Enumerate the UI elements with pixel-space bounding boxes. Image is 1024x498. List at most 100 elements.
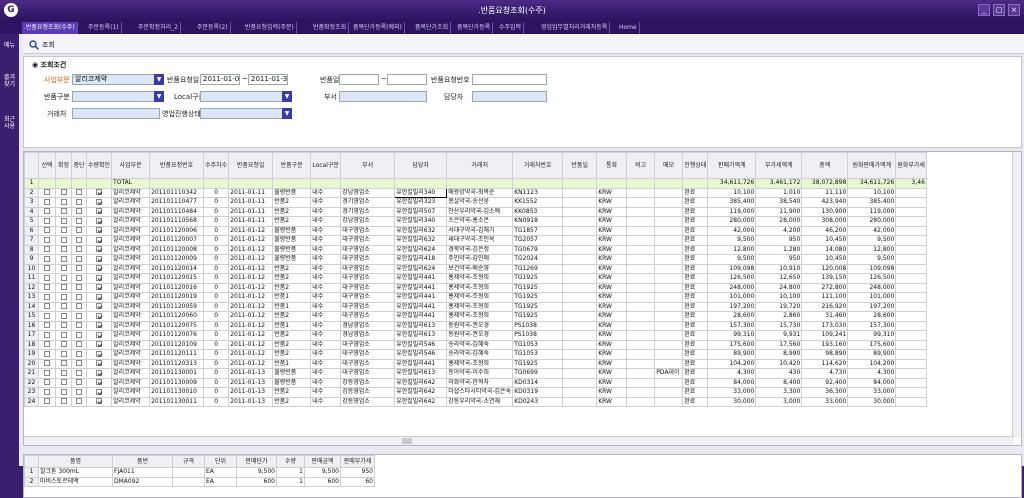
checkbox[interactable] bbox=[76, 284, 82, 291]
checkbox[interactable] bbox=[96, 312, 103, 319]
local-select[interactable] bbox=[200, 91, 292, 102]
checkbox-cell[interactable] bbox=[85, 330, 113, 341]
checkbox-cell[interactable] bbox=[71, 368, 87, 379]
tab-0[interactable]: .반품요청조회(수주) bbox=[22, 22, 78, 34]
checkbox[interactable] bbox=[44, 293, 50, 300]
checkbox[interactable] bbox=[76, 293, 82, 300]
checkbox-cell[interactable] bbox=[55, 396, 72, 407]
checkbox[interactable] bbox=[96, 303, 103, 310]
checkbox[interactable] bbox=[76, 303, 82, 310]
checkbox-cell[interactable] bbox=[55, 263, 72, 274]
checkbox[interactable] bbox=[44, 265, 50, 272]
checkbox[interactable] bbox=[76, 189, 82, 196]
checkbox[interactable] bbox=[96, 265, 103, 272]
column-header[interactable]: 확정 bbox=[55, 152, 72, 179]
sidebar-item-menu[interactable]: 메뉴 bbox=[3, 42, 16, 49]
checkbox-cell[interactable] bbox=[85, 377, 113, 388]
checkbox-cell[interactable] bbox=[85, 339, 113, 350]
table-row[interactable]: 13 알리코제약 201101120019 0 2011-01-12 반품1 내수 대구영업소… bbox=[24, 292, 927, 303]
checkbox[interactable] bbox=[44, 350, 50, 357]
checkbox[interactable] bbox=[60, 360, 67, 367]
checkbox[interactable] bbox=[76, 236, 82, 243]
checkbox-cell[interactable] bbox=[38, 377, 56, 388]
checkbox[interactable] bbox=[44, 227, 50, 234]
checkbox-cell[interactable] bbox=[85, 301, 113, 312]
column-header[interactable]: 통화 bbox=[596, 152, 628, 179]
req-no-input[interactable] bbox=[472, 74, 547, 85]
column-header[interactable]: 반품요청번호 bbox=[149, 152, 205, 179]
checkbox-cell[interactable] bbox=[38, 244, 56, 255]
checkbox[interactable] bbox=[44, 331, 50, 338]
checkbox[interactable] bbox=[44, 312, 50, 319]
column-header[interactable] bbox=[24, 152, 39, 179]
checkbox[interactable] bbox=[60, 398, 67, 405]
checkbox-cell[interactable] bbox=[85, 358, 113, 369]
tab-10[interactable]: 영업업무별처리거래처등록 bbox=[539, 22, 611, 34]
column-header[interactable]: 원화부가세 bbox=[895, 152, 927, 179]
tab-5[interactable]: 반품확정조회 bbox=[311, 22, 350, 34]
checkbox[interactable] bbox=[44, 255, 50, 262]
checkbox-cell[interactable] bbox=[38, 263, 56, 274]
checkbox-cell[interactable] bbox=[38, 292, 56, 303]
checkbox-cell[interactable] bbox=[38, 330, 56, 341]
checkbox[interactable] bbox=[76, 350, 82, 357]
checkbox[interactable] bbox=[96, 379, 103, 386]
checkbox[interactable] bbox=[76, 274, 82, 281]
checkbox[interactable] bbox=[96, 208, 103, 215]
checkbox[interactable] bbox=[44, 236, 50, 243]
checkbox[interactable] bbox=[96, 388, 103, 395]
checkbox-cell[interactable] bbox=[71, 320, 87, 331]
table-row[interactable]: 24 알리코제약 201101130011 0 2011-01-13 반품2 내수 강동영업소… bbox=[24, 396, 927, 407]
checkbox-cell[interactable] bbox=[71, 301, 87, 312]
checkbox[interactable] bbox=[44, 369, 50, 376]
checkbox-cell[interactable] bbox=[55, 349, 72, 360]
detail-row[interactable]: 1 잘크톤 300mL FJA011 EA 9,500 1 9,500 950 bbox=[24, 467, 375, 478]
checkbox-cell[interactable] bbox=[38, 349, 56, 360]
table-row[interactable]: 14 알리코제약 201101120059 0 2011-01-12 반품1 내수 대구영업소… bbox=[24, 301, 927, 312]
checkbox[interactable] bbox=[96, 369, 103, 376]
checkbox-cell[interactable] bbox=[38, 187, 56, 198]
return-type-select[interactable] bbox=[72, 91, 164, 102]
search-button[interactable]: 조회 bbox=[29, 38, 55, 51]
checkbox-cell[interactable] bbox=[55, 225, 72, 236]
checkbox-cell[interactable] bbox=[71, 282, 87, 293]
table-row[interactable]: 2 알리코제약 201101110342 0 2011-01-11 불량반품 내수 강남영업소… bbox=[24, 187, 927, 198]
checkbox[interactable] bbox=[76, 198, 82, 205]
checkbox-cell[interactable] bbox=[38, 197, 56, 208]
checkbox-cell[interactable] bbox=[38, 206, 56, 217]
checkbox-cell[interactable] bbox=[85, 197, 113, 208]
checkbox[interactable] bbox=[44, 208, 50, 215]
checkbox[interactable] bbox=[76, 227, 82, 234]
return-type-dropdown-icon[interactable]: ▼ bbox=[154, 91, 164, 102]
sidebar-item-recent[interactable]: 최근사용 bbox=[3, 116, 16, 130]
checkbox[interactable] bbox=[44, 217, 50, 224]
checkbox-cell[interactable] bbox=[71, 396, 87, 407]
tab-9[interactable]: 수주입력 bbox=[497, 22, 525, 34]
checkbox-cell[interactable] bbox=[38, 216, 56, 227]
checkbox-cell[interactable] bbox=[55, 244, 72, 255]
column-header[interactable]: 비고 bbox=[626, 152, 656, 179]
detail-grid[interactable]: 품명 품번 규격 단위 판매단가 수량 판매금액 판매부가세 1 잘크톤 300mL FJA011… bbox=[23, 454, 1022, 498]
checkbox[interactable] bbox=[96, 331, 103, 338]
checkbox-cell[interactable] bbox=[71, 330, 87, 341]
checkbox[interactable] bbox=[96, 274, 103, 281]
column-header[interactable]: 반품일 bbox=[562, 152, 598, 179]
table-row[interactable]: 3 알리코제약 201101110477 0 2011-01-11 반품2 내수 경기영업소 유… bbox=[24, 197, 927, 208]
checkbox-cell[interactable] bbox=[55, 339, 72, 350]
tab-8[interactable]: 품목단가등록 bbox=[455, 22, 494, 34]
checkbox[interactable] bbox=[96, 350, 103, 357]
checkbox[interactable] bbox=[76, 388, 82, 395]
checkbox[interactable] bbox=[60, 189, 67, 196]
tab-2[interactable]: 주문확정처리_2 bbox=[136, 22, 181, 34]
checkbox-cell[interactable] bbox=[85, 187, 113, 198]
tab-4[interactable]: 반품요청입력(주문) bbox=[243, 22, 297, 34]
checkbox-cell[interactable] bbox=[71, 244, 87, 255]
checkbox-cell[interactable] bbox=[55, 320, 72, 331]
column-header[interactable]: 중단 bbox=[71, 152, 87, 179]
checkbox[interactable] bbox=[76, 341, 82, 348]
checkbox-cell[interactable] bbox=[85, 368, 113, 379]
status-select[interactable] bbox=[200, 108, 292, 119]
checkbox[interactable] bbox=[60, 388, 67, 395]
checkbox-cell[interactable] bbox=[55, 330, 72, 341]
checkbox[interactable] bbox=[60, 341, 67, 348]
